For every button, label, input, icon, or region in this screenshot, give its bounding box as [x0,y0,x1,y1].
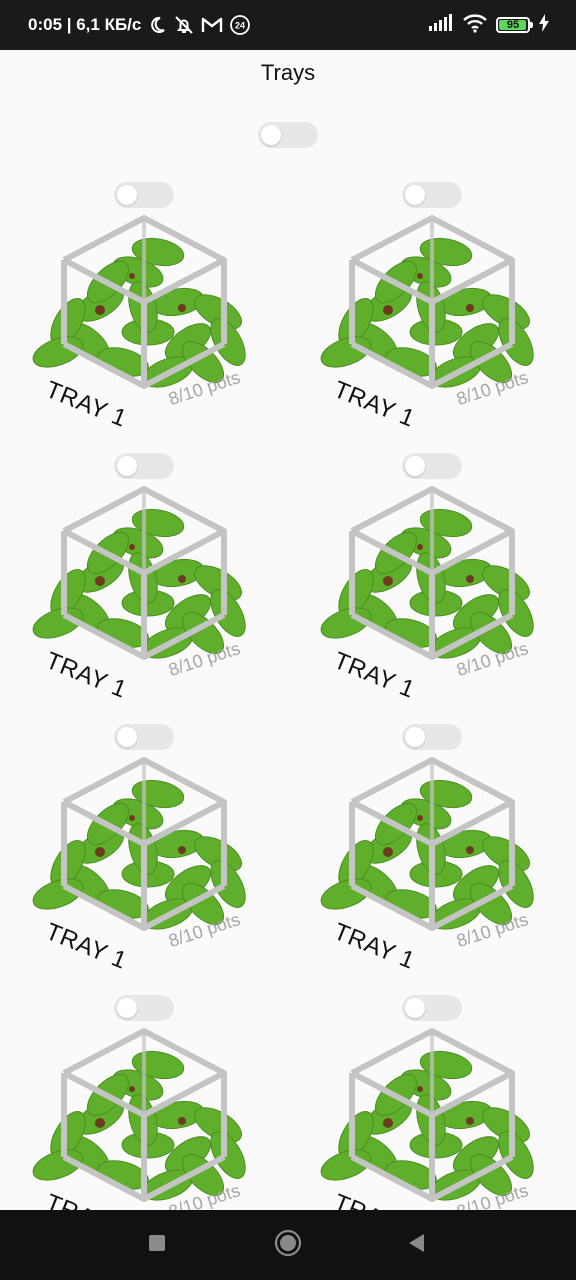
status-left: 0:05 | 6,1 КБ/с 24 [28,0,251,50]
back-button[interactable] [387,1210,447,1280]
tray-card[interactable]: TRAY 18/10 pots [288,724,576,995]
gmail-icon [201,16,223,34]
tray-enable-toggle[interactable] [114,995,174,1021]
toggle-knob [117,456,137,476]
toggle-knob [117,185,137,205]
toggle-knob [117,998,137,1018]
tray-plant-image [28,212,260,392]
recents-square-icon [148,1234,166,1257]
tray-card[interactable]: TRAY 18/10 pots [0,453,288,724]
back-triangle-icon [407,1233,427,1258]
tray-plant-image [316,754,548,934]
toggle-knob [405,727,425,747]
tray-plant-image [316,212,548,392]
home-circle-icon [274,1229,302,1262]
charging-icon [538,13,550,37]
wifi-icon [462,13,488,38]
tray-card[interactable]: TRAY 18/10 pots [0,995,288,1210]
alarm-off-icon [173,15,195,35]
tray-plant-image [28,483,260,663]
tray-grid[interactable]: TRAY 1 8/10 pots TRAY 1 8/10 pots TRAY 1 8/10… [0,96,576,1210]
tray-card[interactable]: TRAY 18/10 pots [288,182,576,453]
tray-enable-toggle[interactable] [402,453,462,479]
battery-level: 95 [506,19,520,31]
recents-button[interactable] [127,1210,187,1280]
page-title: Trays [260,60,316,85]
status-right: 95 [428,0,550,50]
tray-enable-toggle[interactable] [402,724,462,750]
home-button[interactable] [258,1210,318,1280]
toggle-knob [261,125,281,145]
tray-card[interactable]: TRAY 18/10 pots [0,724,288,995]
tray-plant-image [28,1025,260,1205]
signal-icon [428,13,454,37]
tray-plant-image [28,754,260,934]
status-time-speed: 0:05 | 6,1 КБ/с [28,15,142,34]
status-bar: 0:05 | 6,1 КБ/с 24 95 [0,0,576,50]
nav-bar [0,1210,576,1280]
moon-icon [147,15,167,35]
battery-icon: 95 [496,17,533,33]
badge-24-icon: 24 [229,14,251,36]
badge-24-text: 24 [235,21,245,31]
tray-card[interactable]: TRAY 18/10 pots [288,995,576,1210]
tray-enable-toggle[interactable] [114,453,174,479]
tray-card[interactable]: TRAY 18/10 pots [0,182,288,453]
toggle-knob [117,727,137,747]
toggle-knob [405,998,425,1018]
header: Trays [0,50,576,96]
tray-enable-toggle[interactable] [114,724,174,750]
master-toggle[interactable] [258,122,318,148]
tray-enable-toggle[interactable] [114,182,174,208]
tray-plant-image [316,483,548,663]
toggle-knob [405,456,425,476]
tray-plant-image [316,1025,548,1205]
toggle-knob [405,185,425,205]
tray-enable-toggle[interactable] [402,182,462,208]
tray-enable-toggle[interactable] [402,995,462,1021]
tray-card[interactable]: TRAY 18/10 pots [288,453,576,724]
